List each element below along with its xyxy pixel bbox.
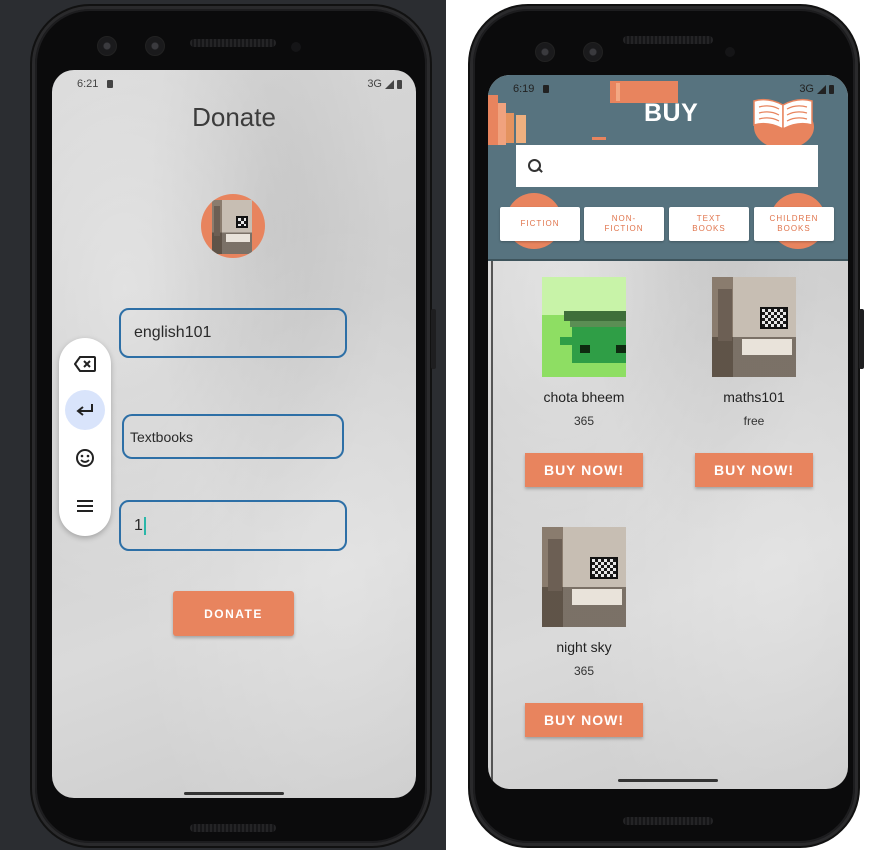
- search-bar[interactable]: [516, 145, 818, 187]
- backspace-key[interactable]: [65, 344, 105, 384]
- proximity-sensor: [291, 42, 301, 52]
- book-cover-image: [542, 527, 626, 627]
- book-cover-image: [542, 277, 626, 377]
- book-title: night sky: [556, 639, 612, 655]
- backspace-icon: [74, 356, 96, 372]
- proximity-sensor: [725, 47, 735, 57]
- page-title: Donate: [192, 102, 276, 132]
- enter-icon: [76, 404, 93, 416]
- book-price: 365: [573, 664, 595, 678]
- category-input[interactable]: Textbooks: [122, 414, 344, 459]
- phone-right: BUY FICTION NON- FICTION TEXT BOOKS CHIL…: [470, 6, 864, 846]
- enter-key[interactable]: [65, 390, 105, 430]
- quantity-value: 1: [134, 516, 143, 534]
- battery-icon: [397, 79, 402, 89]
- book-price: 365: [573, 414, 595, 428]
- bottom-speaker: [623, 817, 713, 825]
- signal-icon: [817, 84, 826, 94]
- floating-keyboard-toolbar: [59, 338, 111, 536]
- network-type: 3G: [367, 78, 382, 90]
- keyboard-menu-key[interactable]: [65, 486, 105, 526]
- open-book-icon: [750, 93, 816, 149]
- buy-screen: BUY FICTION NON- FICTION TEXT BOOKS CHIL…: [488, 75, 848, 789]
- menu-icon: [77, 500, 93, 512]
- header-title: BUY: [644, 99, 699, 127]
- book-image-picker[interactable]: [201, 194, 265, 258]
- sim-icon: [107, 80, 113, 88]
- category-non-fiction-button[interactable]: NON- FICTION: [584, 207, 664, 241]
- front-camera-icon: [535, 42, 555, 62]
- status-time: 6:21: [77, 78, 99, 90]
- signal-icon: [385, 79, 394, 89]
- buy-header-banner: BUY FICTION NON- FICTION TEXT BOOKS CHIL…: [488, 75, 848, 261]
- list-scroll-edge: [491, 261, 493, 781]
- book-name-input[interactable]: english101: [119, 308, 347, 358]
- power-button: [431, 309, 436, 369]
- bottom-speaker: [190, 824, 276, 832]
- book-cover-image: [212, 200, 252, 254]
- category-textbooks-button[interactable]: TEXT BOOKS: [669, 207, 749, 241]
- buy-now-button[interactable]: BUY NOW!: [525, 703, 643, 737]
- status-indicators: 3G: [367, 78, 402, 90]
- text-caret: [143, 516, 146, 535]
- book-title: maths101: [723, 389, 785, 405]
- gesture-nav-handle[interactable]: [618, 779, 718, 782]
- search-icon: [528, 159, 542, 173]
- sim-icon: [543, 85, 549, 93]
- front-camera-icon: [583, 42, 603, 62]
- gesture-nav-handle[interactable]: [184, 792, 284, 795]
- battery-icon: [829, 84, 834, 94]
- book-card: maths101 free BUY NOW!: [684, 277, 824, 489]
- donate-button[interactable]: DONATE: [173, 591, 294, 636]
- earpiece-speaker: [623, 36, 713, 44]
- buy-now-button[interactable]: BUY NOW!: [695, 453, 813, 487]
- buy-now-button[interactable]: BUY NOW!: [525, 453, 643, 487]
- emoji-icon: [76, 449, 94, 467]
- book-card: chota bheem 365 BUY NOW!: [514, 277, 654, 489]
- book-card: night sky 365 BUY NOW!: [514, 527, 654, 739]
- earpiece-speaker: [190, 39, 276, 47]
- power-button: [859, 309, 864, 369]
- category-fiction-button[interactable]: FICTION: [500, 207, 580, 241]
- book-name-value: english101: [134, 324, 212, 341]
- category-value: Textbooks: [130, 428, 194, 445]
- book-cover-image: [712, 277, 796, 377]
- book-price: free: [743, 414, 765, 428]
- front-camera-icon: [145, 36, 165, 56]
- quantity-input[interactable]: 1: [119, 500, 347, 551]
- status-indicators: 3G: [799, 83, 834, 95]
- book-title: chota bheem: [543, 389, 625, 405]
- front-camera-icon: [97, 36, 117, 56]
- network-type: 3G: [799, 83, 814, 95]
- status-time: 6:19: [513, 83, 535, 95]
- category-children-books-button[interactable]: CHILDREN BOOKS: [754, 207, 834, 241]
- emoji-key[interactable]: [65, 438, 105, 478]
